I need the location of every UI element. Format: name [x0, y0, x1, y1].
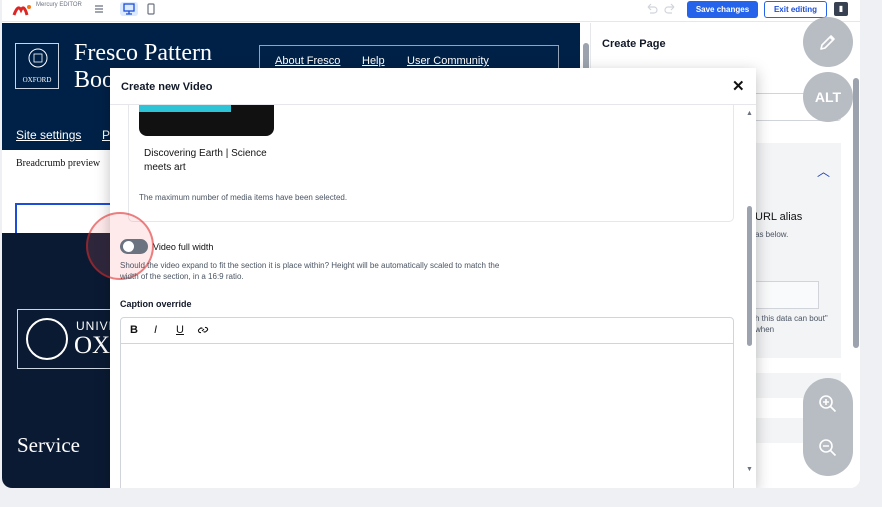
chevron-up-icon[interactable]: ︿ [817, 161, 830, 180]
site-settings-link[interactable]: Site settings [16, 128, 81, 142]
create-video-dialog: Create new Video ✕ Discovering Earth | S… [86, 68, 756, 488]
redo-icon[interactable] [662, 2, 680, 16]
nav-help-link[interactable]: Help [362, 55, 385, 67]
media-selection: Discovering Earth | Science meets art Th… [128, 105, 734, 222]
toggle-knob [123, 241, 134, 252]
dialog-scrollbar-thumb[interactable] [747, 206, 752, 346]
oxford-logo-text: OXFORD [22, 76, 52, 84]
scroll-down-icon[interactable]: ▼ [746, 466, 753, 473]
url-alias-input[interactable] [751, 281, 819, 309]
zoom-in-icon[interactable] [803, 384, 853, 424]
zoom-controls [803, 378, 853, 476]
thumbnail-tag [139, 105, 231, 112]
url-alias-section: ︿ URL alias as below. h this data can bo… [741, 143, 841, 358]
full-width-label: Video full width [153, 242, 214, 252]
site-p-link[interactable]: P [102, 128, 110, 142]
dialog-title: Create new Video [121, 81, 213, 93]
mobile-view-icon[interactable] [142, 2, 160, 16]
save-changes-button[interactable]: Save changes [687, 1, 758, 18]
scroll-up-icon[interactable]: ▲ [746, 110, 753, 117]
collapse-panel-icon[interactable]: ▮ [834, 2, 848, 16]
list-view-icon[interactable] [90, 2, 108, 16]
breadcrumb: Breadcrumb preview [16, 158, 101, 169]
pencil-icon[interactable] [803, 17, 853, 67]
italic-button[interactable]: I [154, 324, 157, 336]
full-width-help: Should the video expand to fit the secti… [120, 261, 500, 281]
brand-text: Mercury EDITOR [36, 2, 82, 8]
undo-icon[interactable] [642, 2, 660, 16]
video-thumbnail[interactable] [139, 105, 274, 136]
underline-button[interactable]: U [176, 324, 184, 336]
alt-text-button[interactable]: ALT [803, 72, 853, 122]
full-width-toggle[interactable] [120, 239, 148, 254]
oxford-crest-icon [28, 48, 48, 68]
close-icon[interactable]: ✕ [732, 77, 745, 95]
exit-editing-button[interactable]: Exit editing [764, 1, 827, 18]
panel-scrollbar-thumb[interactable] [853, 78, 859, 348]
dialog-header: Create new Video ✕ [110, 68, 756, 105]
media-limit-text: The maximum number of media items have b… [139, 193, 348, 202]
zoom-out-icon[interactable] [803, 428, 853, 468]
url-alias-label: URL alias [755, 211, 803, 223]
desktop-view-icon[interactable] [120, 2, 138, 16]
footer-crest-big-text: OX [74, 332, 111, 359]
app-frame: Mercury EDITOR Save changes Exit editing… [0, 0, 882, 507]
dialog-scrollbar[interactable]: ▲ ▼ [745, 108, 755, 483]
nav-community-link[interactable]: User Community [407, 55, 489, 67]
editor-screen: Mercury EDITOR Save changes Exit editing… [2, 0, 860, 488]
footer-heading: Service [17, 433, 80, 457]
mercury-logo-icon [12, 5, 31, 16]
caption-label: Caption override [120, 299, 192, 309]
editor-toolbar: B I U [121, 318, 733, 344]
footer-crest-icon [26, 318, 68, 360]
editor-toolbar: Mercury EDITOR Save changes Exit editing… [2, 0, 860, 22]
nav-about-link[interactable]: About Fresco [275, 55, 340, 67]
link-icon[interactable] [197, 324, 209, 339]
caption-editor[interactable]: B I U [120, 317, 734, 488]
url-alias-help: as below. [755, 230, 789, 239]
oxford-logo: OXFORD [15, 43, 59, 89]
panel-title: Create Page [602, 38, 666, 50]
bold-button[interactable]: B [130, 324, 138, 336]
panel-scrollbar[interactable] [853, 68, 859, 353]
url-alias-note: h this data can bout" when [755, 314, 828, 334]
media-name: Discovering Earth | Science meets art [144, 148, 267, 173]
